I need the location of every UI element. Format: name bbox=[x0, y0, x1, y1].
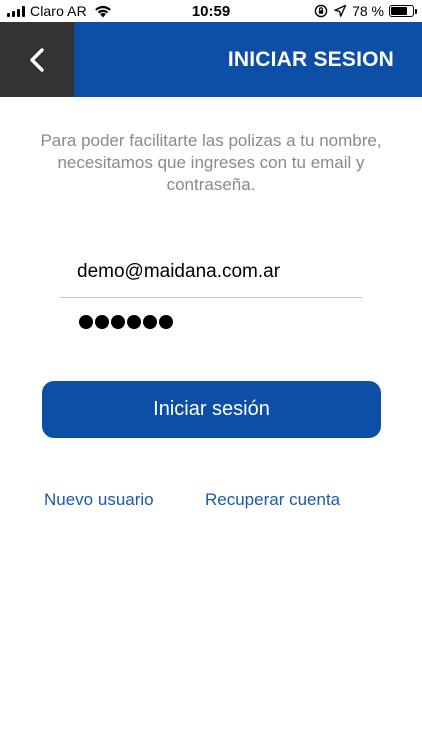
status-bar: Claro AR 10:59 78 % bbox=[0, 0, 422, 22]
recover-account-link[interactable]: Recuperar cuenta bbox=[205, 490, 340, 510]
new-user-link[interactable]: Nuevo usuario bbox=[44, 490, 154, 510]
login-button[interactable]: Iniciar sesión bbox=[42, 381, 381, 438]
page-title: INICIAR SESION bbox=[227, 48, 394, 71]
battery-icon bbox=[389, 5, 417, 17]
intro-text: Para poder facilitarte las polizas a tu … bbox=[40, 131, 382, 194]
email-field-wrapper bbox=[60, 252, 362, 298]
password-dot bbox=[127, 315, 141, 329]
password-dot bbox=[143, 315, 157, 329]
battery-level bbox=[391, 7, 408, 15]
password-dot bbox=[159, 315, 173, 329]
app-header: INICIAR SESION bbox=[0, 22, 422, 97]
back-button[interactable] bbox=[0, 22, 74, 97]
chevron-left-icon bbox=[30, 47, 44, 72]
password-dots bbox=[79, 315, 173, 329]
password-dot bbox=[79, 315, 93, 329]
password-field[interactable] bbox=[60, 303, 362, 343]
orientation-lock-icon bbox=[314, 4, 328, 18]
battery-tip bbox=[415, 9, 417, 14]
battery-percent: 78 % bbox=[352, 3, 384, 19]
password-dot bbox=[95, 315, 109, 329]
location-arrow-icon bbox=[334, 4, 347, 17]
status-right: 78 % bbox=[314, 3, 417, 19]
password-dot bbox=[111, 315, 125, 329]
email-field[interactable] bbox=[60, 252, 362, 292]
